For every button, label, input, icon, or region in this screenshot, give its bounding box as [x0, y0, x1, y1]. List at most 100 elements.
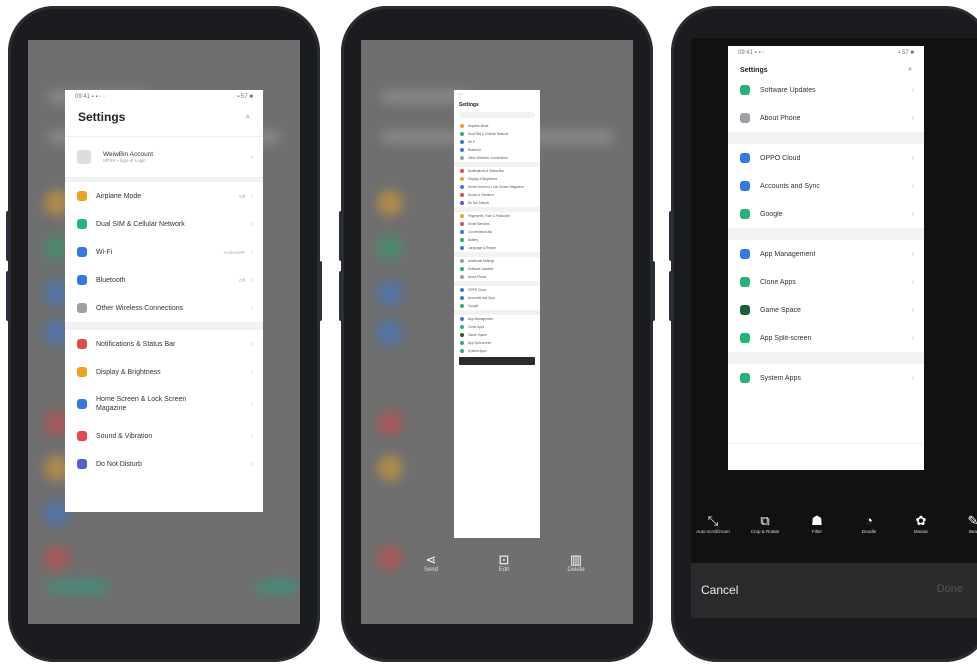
status-right: ▪ 57 ■: [237, 94, 253, 100]
chevron-right-icon: ›: [911, 334, 914, 342]
settings-row[interactable]: Airplane Mode Off ›: [65, 182, 263, 210]
settings-row-icon: [460, 325, 464, 329]
settings-row-label: Battery: [468, 238, 479, 242]
home-icon[interactable]: □: [839, 628, 845, 629]
edit-tool-auto-scroll-zoom[interactable]: ⤡ Auto-scroll/zoom: [693, 514, 733, 535]
volume-button: [6, 271, 10, 321]
settings-row[interactable]: OPPO Cloud: [454, 286, 540, 294]
send-button[interactable]: ⋖ Send: [416, 553, 446, 574]
edit-tool-mosaic[interactable]: ✿ Mosaic: [901, 514, 941, 535]
phone-info-icon: [740, 113, 750, 123]
done-button[interactable]: Done: [937, 583, 963, 595]
screenshot-edit-preview[interactable]: 09:41 ▪ ▪ ◦ ▪ 57 ■ Settings ⌕ Software U…: [728, 46, 924, 470]
settings-row[interactable]: Smart Services: [454, 220, 540, 228]
settings-row-value: Off: [239, 193, 245, 199]
settings-row[interactable]: Accounts and Sync: [454, 294, 540, 302]
notification-icon: [77, 339, 87, 349]
back-icon[interactable]: ◁: [937, 628, 945, 629]
settings-row[interactable]: Google ›: [728, 200, 924, 228]
settings-row[interactable]: Clone Apps ›: [728, 268, 924, 296]
settings-row[interactable]: Do Not Disturb: [454, 199, 540, 207]
settings-row[interactable]: Airplane Mode: [454, 122, 540, 130]
settings-row-icon: [460, 177, 464, 181]
settings-row[interactable]: Display & Brightness: [454, 175, 540, 183]
settings-row[interactable]: Sound & Vibration: [454, 191, 540, 199]
search-icon[interactable]: ⌕: [908, 66, 912, 74]
settings-row[interactable]: Software Updates ›: [728, 76, 924, 104]
settings-row[interactable]: Home Screen & Lock Screen Magazine ›: [65, 386, 263, 422]
settings-row-label: App Management: [760, 250, 816, 258]
status-right: ▪ 57 ■: [898, 50, 914, 56]
settings-row[interactable]: App Management ›: [728, 240, 924, 268]
settings-row[interactable]: Bluetooth: [454, 146, 540, 154]
settings-row-label: Home Screen & Lock Screen Magazine: [96, 396, 187, 412]
settings-row[interactable]: Game Space ›: [728, 296, 924, 324]
settings-row[interactable]: Wi-Fi AndroidAP ›: [65, 238, 263, 266]
settings-row-label: Home Screen & Lock Screen Magazine: [468, 185, 524, 189]
chevron-right-icon: ›: [911, 250, 914, 258]
search-icon[interactable]: ⌕: [246, 112, 250, 122]
settings-row-label: Notifications & Status Bar: [468, 169, 505, 173]
edit-button[interactable]: ⊡ Edit: [489, 553, 519, 574]
settings-row[interactable]: Sound & Vibration ›: [65, 422, 263, 450]
settings-row-label: App Management: [468, 317, 494, 321]
settings-row[interactable]: Notifications & Status Bar ›: [65, 330, 263, 358]
settings-row-icon: [460, 288, 464, 292]
recents-icon[interactable]: ▢: [737, 628, 746, 629]
settings-row[interactable]: Accounts and Sync ›: [728, 172, 924, 200]
power-button: [651, 261, 655, 321]
edit-tool-crop-rotate[interactable]: ⧉ Crop & Rotate: [745, 514, 785, 535]
settings-row[interactable]: Google: [454, 302, 540, 310]
phone-3: 09:41 ▪ ▪ ◦ ▪ 57 ■ Settings ⌕ Software U…: [669, 6, 977, 662]
settings-row[interactable]: Game Space: [454, 331, 540, 339]
settings-row[interactable]: Notifications & Status Bar: [454, 167, 540, 175]
settings-row[interactable]: Fingerprint, Face & Passcode: [454, 212, 540, 220]
settings-row-label: Clone Apps: [468, 325, 485, 329]
doodle-icon: ◔: [865, 513, 873, 528]
delete-button[interactable]: ▥ Delete: [561, 553, 591, 574]
settings-row[interactable]: Do Not Disturb ›: [65, 450, 263, 478]
edit-tool-bea[interactable]: ✎ Bea: [953, 514, 977, 535]
settings-row-label: Notifications & Status Bar: [96, 340, 176, 348]
long-screenshot-preview[interactable]: ▪ ▪ ▪ Settings Airplane Mode Dual SIM & C…: [454, 90, 540, 538]
screenshot-preview[interactable]: 09:41 ▪ ▪ ◦ ◦ ▪ 57 ■ Settings ⌕ WeiwBin …: [65, 90, 263, 512]
settings-row[interactable]: Bluetooth Off ›: [65, 266, 263, 294]
settings-row[interactable]: App Split-screen: [454, 339, 540, 347]
settings-row-icon: [460, 259, 464, 263]
settings-row[interactable]: App Management: [454, 315, 540, 323]
settings-list: Airplane Mode Off › Dual SIM & Cellular Net…: [65, 182, 263, 478]
settings-row-label: Dual SIM & Cellular Network: [96, 220, 185, 228]
settings-row[interactable]: Convenience Aid: [454, 228, 540, 236]
edit-tool-doodle[interactable]: ◔ Doodle: [849, 514, 889, 535]
edit-tool-label: Filter: [812, 529, 822, 534]
settings-row[interactable]: Additional Settings: [454, 257, 540, 265]
settings-row[interactable]: Home Screen & Lock Screen Magazine: [454, 183, 540, 191]
settings-row[interactable]: Other Wireless Connections ›: [65, 294, 263, 322]
home-screen-icon: [77, 399, 87, 409]
settings-row[interactable]: Wi-Fi: [454, 138, 540, 146]
settings-row[interactable]: Dual SIM & Cellular Network ›: [65, 210, 263, 238]
settings-row[interactable]: System Apps: [454, 347, 540, 355]
power-button: [318, 261, 322, 321]
split-screen-icon: [740, 333, 750, 343]
edit-tool-filter[interactable]: ☗ Filter: [797, 514, 837, 535]
settings-row[interactable]: Software Updates: [454, 265, 540, 273]
search-field[interactable]: [459, 112, 535, 118]
wifi-icon: [77, 247, 87, 257]
account-row[interactable]: WeiwBin Account UPSS • Sign-in Login ›: [65, 136, 263, 182]
moon-icon: [77, 459, 87, 469]
settings-row[interactable]: Display & Brightness ›: [65, 358, 263, 386]
cancel-button[interactable]: Cancel: [701, 583, 738, 597]
settings-row[interactable]: Battery: [454, 236, 540, 244]
settings-row[interactable]: OPPO Cloud ›: [728, 144, 924, 172]
settings-row[interactable]: System Apps ›: [728, 364, 924, 392]
chevron-right-icon: ›: [250, 153, 253, 161]
settings-row[interactable]: About Phone: [454, 273, 540, 281]
settings-row[interactable]: App Split-screen ›: [728, 324, 924, 352]
settings-row[interactable]: About Phone ›: [728, 104, 924, 132]
settings-row[interactable]: Language & Region: [454, 244, 540, 252]
apps-icon: [740, 249, 750, 259]
settings-row[interactable]: Dual SIM & Cellular Network: [454, 130, 540, 138]
settings-row[interactable]: Other Wireless Connections: [454, 154, 540, 162]
settings-row[interactable]: Clone Apps: [454, 323, 540, 331]
